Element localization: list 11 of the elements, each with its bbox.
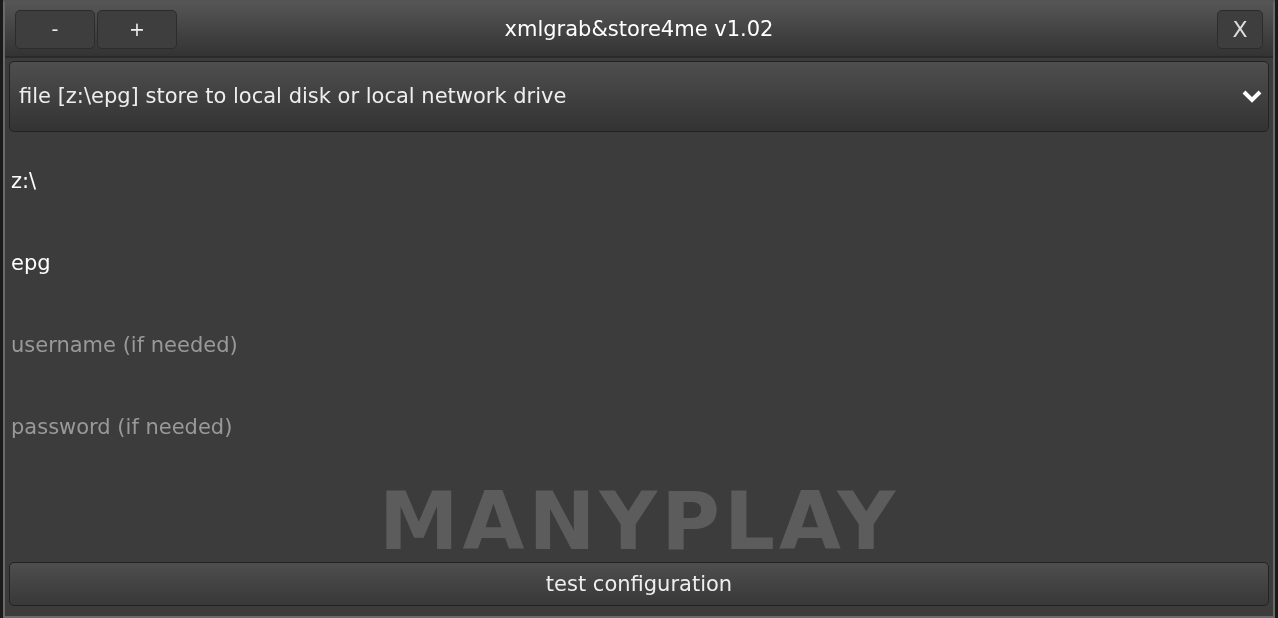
title-button[interactable]: +	[97, 9, 177, 49]
mode-dropdown[interactable]: file [z:\epg] store to local disk or local network drive	[9, 60, 1269, 132]
input-field[interactable]: z:\	[5, 139, 1273, 222]
input-field[interactable]: password (if needed)	[5, 385, 1273, 468]
window-title: xmlgrab&store4me v1.02	[503, 17, 775, 42]
title-button[interactable]: -	[15, 9, 95, 49]
chevron-down-icon	[1242, 89, 1262, 104]
close-button[interactable]: X	[1217, 9, 1263, 49]
test-configuration-button[interactable]: test configuration	[9, 561, 1269, 606]
input-field[interactable]: username (if needed)	[5, 303, 1273, 386]
input-field[interactable]: epg	[5, 221, 1273, 304]
